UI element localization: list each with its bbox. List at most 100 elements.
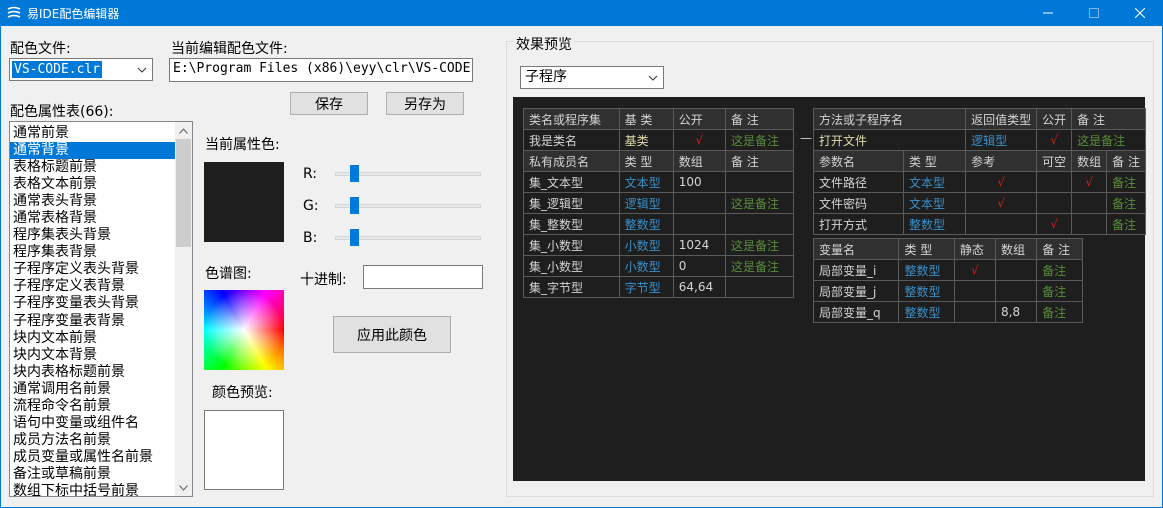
table-cell [953,301,997,323]
class-table: 类名或程序集 基 类 公开 备 注 我是类名 基类 √ 这是备注 私有成员名 类… [523,108,795,298]
table-cell: 集_整数型 [523,213,620,235]
method-table: 方法或子程序名 返回值类型 公开 备 注 打开文件 逻辑型 √ 这是备注 参数名… [812,108,1146,235]
method-header-public: 公开 [1036,108,1073,130]
list-item[interactable]: 程序集表头背景 [10,227,176,244]
list-item[interactable]: 子程序变量表头背景 [10,295,176,312]
preview-group-label: 效果预览 [514,34,574,54]
table-row: 打开方式 整数型 √ 备注 [813,213,1146,235]
method-header-return: 返回值类型 [965,108,1038,130]
g-slider-thumb[interactable] [350,197,359,214]
decimal-input[interactable] [363,265,483,289]
b-slider[interactable] [335,228,481,248]
table-cell: 64,64 [672,276,726,298]
table-cell: 局部变量_i [812,259,900,281]
close-icon [1135,8,1145,18]
list-item[interactable]: 表格文本前景 [10,176,176,193]
table-cell: 这是备注 [724,234,795,256]
var-header-name: 变量名 [812,238,900,260]
param-header-array: 数组 [1071,150,1108,172]
minimize-button[interactable] [1025,0,1071,26]
scroll-thumb[interactable] [176,139,191,247]
var-header-static: 静态 [953,238,997,260]
save-button[interactable]: 保存 [290,92,368,115]
maximize-button[interactable] [1071,0,1117,26]
variable-table: 变量名 类 型 静态 数组 备 注 局部变量_i 整数型 √ 备注 局部变量_j 整数型备… [812,238,1083,323]
color-spectrum[interactable] [204,290,284,370]
list-item[interactable]: 通常调用名前景 [10,381,176,398]
list-item[interactable]: 块内文本前景 [10,330,176,347]
table-cell [953,280,997,302]
r-slider[interactable] [335,164,481,184]
chevron-down-icon [137,67,147,73]
list-item[interactable]: 通常前景 [10,125,176,142]
note-cell: 这是备注 [724,129,795,151]
list-item[interactable]: 表格标题前景 [10,159,176,176]
preview-mode-value: 子程序 [525,69,567,85]
list-item[interactable]: 子程序定义表背景 [10,278,176,295]
method-header-name: 方法或子程序名 [812,108,967,130]
member-header-name: 私有成员名 [523,150,620,172]
list-item[interactable]: 块内表格标题前景 [10,364,176,381]
g-slider[interactable] [335,196,481,216]
table-cell: 局部变量_q [812,301,900,323]
save-as-button[interactable]: 另存为 [386,92,464,115]
apply-color-button[interactable]: 应用此颜色 [333,316,451,353]
list-item[interactable]: 语句中变量或组件名 [10,415,176,432]
member-header-array: 数组 [672,150,726,172]
table-cell: 小数型 [618,234,674,256]
list-item[interactable]: 备注或草稿前景 [10,466,176,483]
table-cell: 备注 [1036,259,1083,281]
table-row: 集_小数型 小数型 1024 这是备注 [523,234,795,256]
preview-mode-combo[interactable]: 子程序 [520,66,664,89]
scroll-up-button[interactable] [175,122,192,139]
table-row: 集_整数型 整数型 [523,213,795,235]
var-header-note: 备 注 [1036,238,1083,260]
table-cell: 集_小数型 [523,255,620,277]
list-scrollbar[interactable] [175,122,192,496]
scroll-down-button[interactable] [175,479,192,496]
table-cell: 整数型 [902,213,967,235]
close-button[interactable] [1117,0,1163,26]
attr-listbox[interactable]: 通常前景 通常背景 表格标题前景 表格文本前景 通常表头背景 通常表格背景 程序集表头背景程… [9,121,193,497]
class-header-public: 公开 [672,108,726,130]
list-item[interactable]: 成员方法名前景 [10,432,176,449]
list-item[interactable]: 通常表头背景 [10,193,176,210]
list-item[interactable]: 通常背景 [10,142,176,160]
note-cell: 这是备注 [1071,129,1146,151]
param-header-nullable: 可空 [1036,150,1073,172]
table-row: 局部变量_q 整数型 8,8 备注 [812,301,1083,323]
list-item[interactable]: 块内文本背景 [10,347,176,364]
param-header-note: 备 注 [1106,150,1146,172]
table-cell: 1024 [672,234,726,256]
check-icon: √ [965,192,1038,214]
table-row: 局部变量_j 整数型 备注 [812,280,1083,302]
list-item[interactable]: 子程序变量表背景 [10,313,176,330]
table-cell: 集_逻辑型 [523,192,620,214]
list-item[interactable]: 通常表格背景 [10,210,176,227]
color-file-combo[interactable]: VS-CODE.clr [9,58,153,81]
table-cell: 备注 [1106,171,1146,193]
table-cell: 文本型 [902,171,967,193]
table-cell [995,259,1038,281]
list-item[interactable]: 程序集表背景 [10,244,176,261]
table-cell: 0 [672,255,726,277]
current-file-path[interactable]: E:\Program Files (x86)\eyy\clr\VS-CODE [169,58,473,82]
list-item[interactable]: 成员变量或属性名前景 [10,449,176,466]
table-cell: 备注 [1106,192,1146,214]
table-row: 集_字节型 字节型 64,64 [523,276,795,298]
list-item[interactable]: 子程序定义表头背景 [10,261,176,278]
b-slider-thumb[interactable] [350,229,359,246]
method-name-cell: 打开文件 [812,129,967,151]
maximize-icon [1089,8,1099,18]
r-slider-thumb[interactable] [350,165,359,182]
table-cell: 整数型 [898,259,955,281]
table-cell: 小数型 [618,255,674,277]
table-cell [1036,192,1073,214]
list-item[interactable]: 流程命令名前景 [10,398,176,415]
class-header-note: 备 注 [724,108,795,130]
table-cell [672,192,726,214]
table-cell: 集_文本型 [523,171,620,193]
class-name-cell: 我是类名 [523,129,620,151]
table-cell: 整数型 [898,280,955,302]
list-item[interactable]: 数组下标中括号前景 [10,483,176,496]
